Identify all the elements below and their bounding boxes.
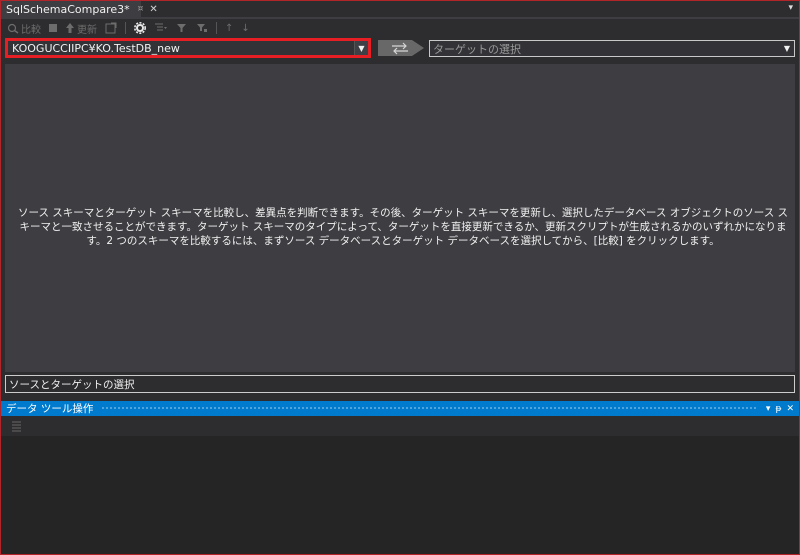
filter-settings-icon bbox=[197, 24, 207, 32]
swap-arrow-icon bbox=[378, 40, 424, 56]
document-tab[interactable]: SqlSchemaCompare3* ¤ ✕ bbox=[1, 1, 158, 17]
stop-button[interactable] bbox=[47, 20, 59, 36]
stop-icon bbox=[49, 24, 57, 32]
panel-toolbar bbox=[1, 416, 799, 436]
toolbar-separator bbox=[216, 22, 217, 34]
toolbar-separator bbox=[125, 22, 126, 34]
panel-pin-icon[interactable]: ᵽ bbox=[775, 404, 781, 414]
list-icon bbox=[155, 23, 167, 31]
compare-button-label: 比較 bbox=[21, 24, 41, 36]
data-tools-output bbox=[1, 436, 799, 554]
next-change-button[interactable]: ↓ bbox=[239, 20, 251, 36]
chevron-down-icon[interactable]: ▼ bbox=[780, 42, 794, 56]
filter-button[interactable] bbox=[174, 20, 190, 36]
script-icon bbox=[105, 22, 117, 34]
arrow-down-icon: ↓ bbox=[241, 22, 250, 34]
generate-script-button[interactable] bbox=[103, 20, 119, 36]
target-schema-select[interactable]: ターゲットの選択 ▼ bbox=[429, 40, 795, 57]
update-button-label: 更新 bbox=[77, 24, 97, 36]
filter-options-button[interactable] bbox=[194, 20, 210, 36]
compare-icon bbox=[7, 23, 19, 34]
toolbar: 比較 更新 ↑ ↓ bbox=[1, 19, 799, 37]
options-button[interactable] bbox=[132, 20, 148, 36]
arrow-up-icon: ↑ bbox=[225, 22, 234, 34]
close-tab-icon[interactable]: ✕ bbox=[149, 4, 157, 15]
data-tools-panel-header: データ ツール操作 ▾ ᵽ ✕ bbox=[1, 401, 799, 416]
tab-overflow-icon[interactable]: ▾ bbox=[788, 3, 793, 13]
gear-icon bbox=[134, 22, 146, 34]
swap-source-target-button[interactable] bbox=[378, 38, 426, 58]
source-schema-select[interactable]: KOOGUCCIIPC¥KO.TestDB_new ▼ bbox=[5, 38, 371, 58]
clear-list-icon[interactable] bbox=[11, 420, 23, 432]
panel-title: データ ツール操作 bbox=[6, 403, 94, 415]
pin-icon[interactable]: ¤ bbox=[138, 4, 144, 14]
group-results-button[interactable] bbox=[152, 20, 170, 36]
update-icon bbox=[66, 23, 74, 33]
update-button[interactable]: 更新 bbox=[63, 20, 99, 36]
document-tab-strip: SqlSchemaCompare3* ¤ ✕ ▾ bbox=[1, 1, 799, 17]
panel-close-icon[interactable]: ✕ bbox=[786, 404, 794, 414]
instructions-text: ソース スキーマとターゲット スキーマを比較し、差異点を判断できます。その後、タ… bbox=[17, 207, 789, 247]
target-schema-placeholder: ターゲットの選択 bbox=[433, 42, 521, 56]
compare-button[interactable]: 比較 bbox=[5, 20, 43, 36]
filter-icon bbox=[177, 24, 186, 32]
panel-grip[interactable] bbox=[101, 406, 758, 411]
status-hint-text: ソースとターゲットの選択 bbox=[9, 378, 135, 391]
chevron-down-icon[interactable]: ▼ bbox=[354, 41, 368, 55]
comparison-results-area: ソース スキーマとターゲット スキーマを比較し、差異点を判断できます。その後、タ… bbox=[5, 64, 795, 372]
status-hint-field: ソースとターゲットの選択 bbox=[5, 375, 795, 393]
panel-menu-icon[interactable]: ▾ bbox=[766, 404, 771, 414]
source-schema-value: KOOGUCCIIPC¥KO.TestDB_new bbox=[12, 41, 180, 55]
document-tab-title: SqlSchemaCompare3* bbox=[6, 2, 130, 16]
previous-change-button[interactable]: ↑ bbox=[223, 20, 235, 36]
